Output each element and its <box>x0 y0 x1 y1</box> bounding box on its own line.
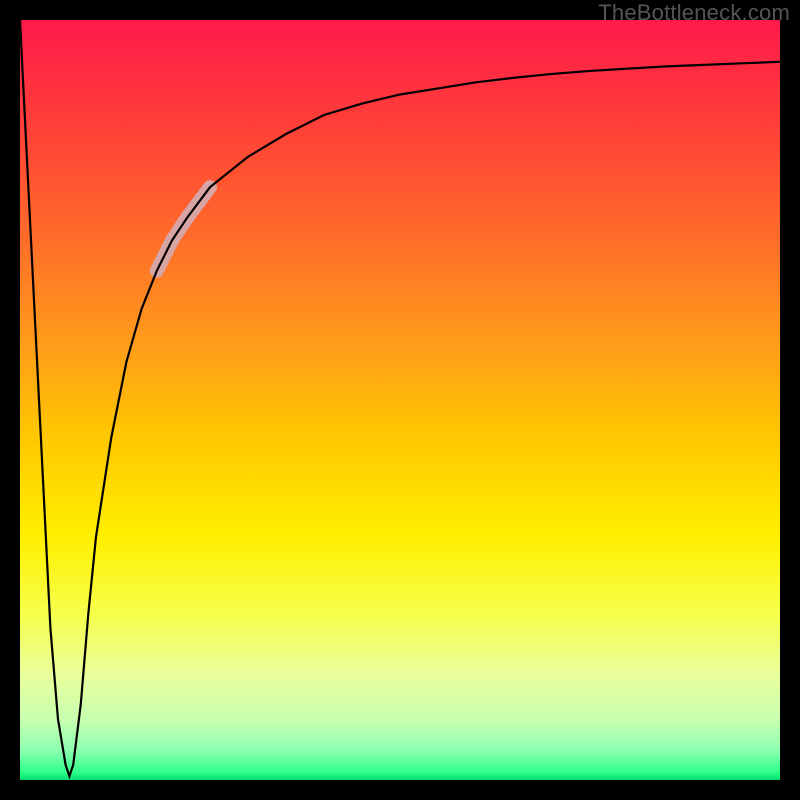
chart-stage: TheBottleneck.com <box>0 0 800 800</box>
curve-layer <box>20 20 780 780</box>
main-curve <box>20 20 780 776</box>
highlight-segment <box>157 187 210 271</box>
watermark-text: TheBottleneck.com <box>598 0 790 26</box>
